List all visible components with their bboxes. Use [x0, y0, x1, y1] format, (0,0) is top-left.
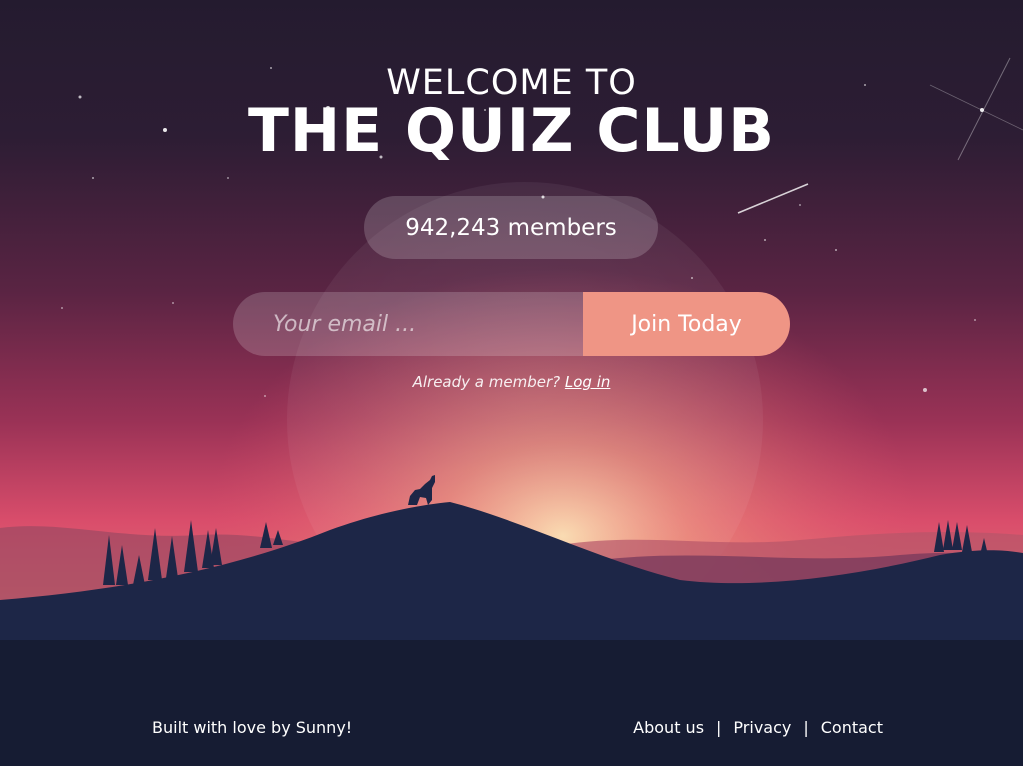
- member-count-badge: 942,243 members: [364, 196, 658, 259]
- login-link[interactable]: Log in: [565, 373, 611, 391]
- footer-link-contact[interactable]: Contact: [821, 718, 883, 737]
- footer-separator: |: [803, 718, 809, 737]
- footer-link-about[interactable]: About us: [633, 718, 704, 737]
- page-title: THE QUIZ CLUB: [247, 96, 776, 166]
- login-prompt: Already a member? Log in: [0, 373, 1023, 391]
- landing-page: WELCOME TO THE QUIZ CLUB 942,243 members…: [0, 0, 1023, 766]
- footer-separator: |: [716, 718, 722, 737]
- join-today-button[interactable]: Join Today: [583, 292, 790, 356]
- footer-link-privacy[interactable]: Privacy: [733, 718, 791, 737]
- footer-links: About us | Privacy | Contact: [633, 718, 883, 737]
- login-prompt-text: Already a member?: [412, 373, 561, 391]
- member-count-label: 942,243 members: [405, 214, 617, 241]
- footer-credit: Built with love by Sunny!: [152, 718, 353, 737]
- signup-form: Join Today: [233, 292, 790, 356]
- email-field[interactable]: [233, 292, 583, 356]
